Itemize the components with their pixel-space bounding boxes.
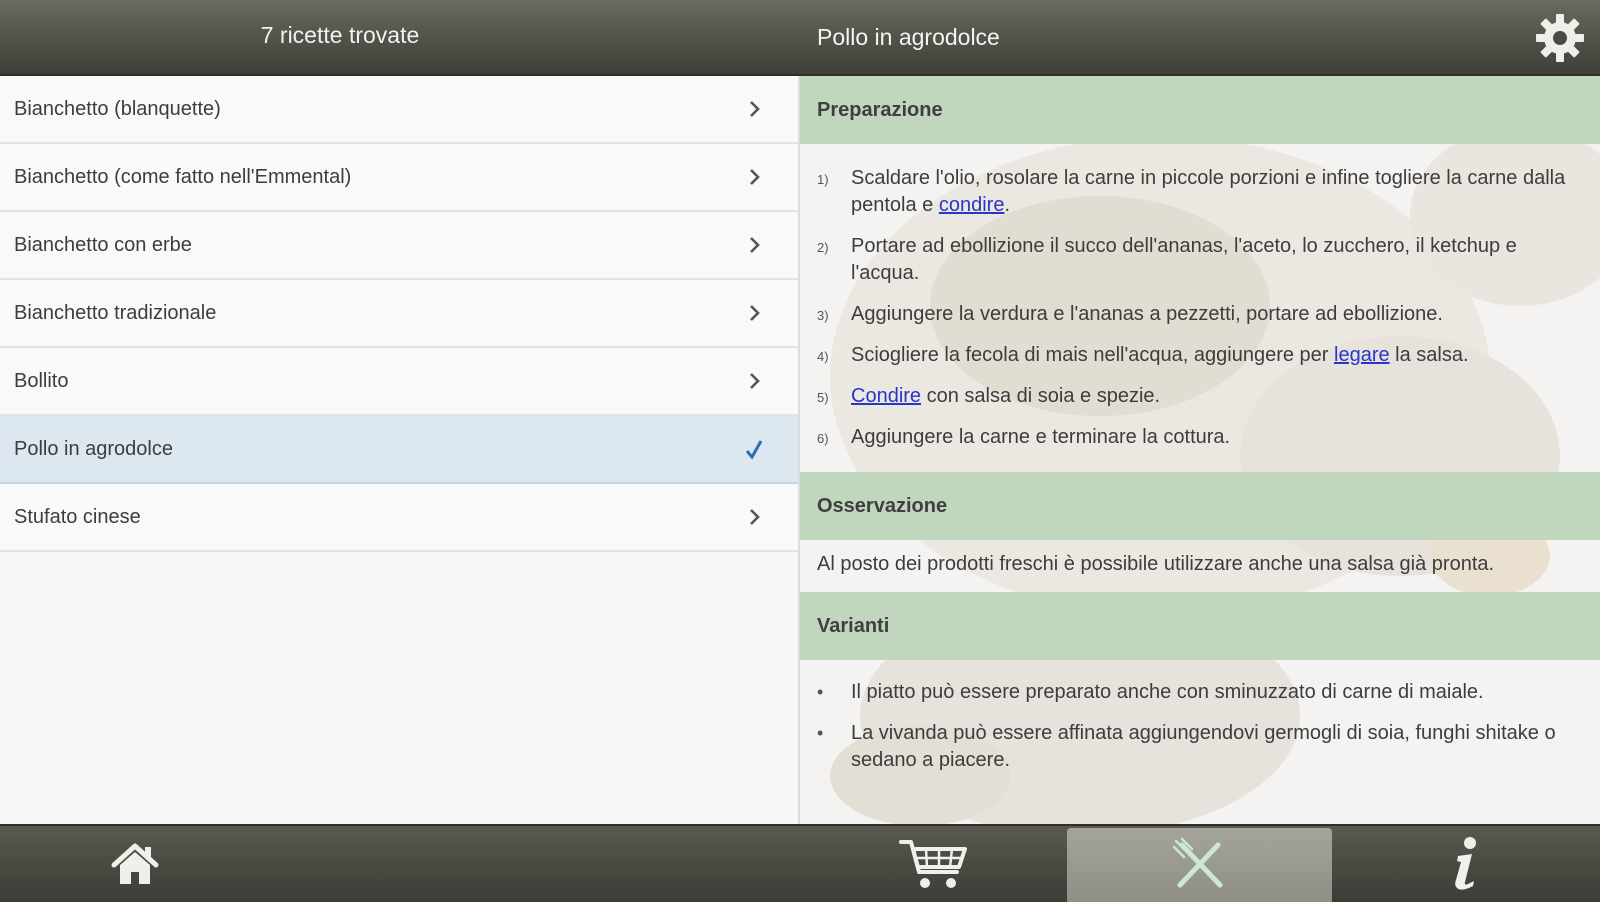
recipe-label: Stufato cinese [14, 506, 141, 528]
glossary-link[interactable]: legare [1334, 344, 1390, 366]
recipe-list-item[interactable]: Bianchetto con erbe [0, 212, 798, 280]
recipe-detail-panel: Preparazione 1) Scaldare l'olio, rosolare… [800, 76, 1600, 824]
step-text: . [1004, 194, 1011, 216]
step-text: Aggiungere la verdura e l'ananas a pezze… [851, 303, 1443, 325]
recipe-label: Bianchetto (blanquette) [14, 98, 221, 120]
variant-text: La vivanda può essere affinata aggiungen… [851, 722, 1556, 771]
step-number: 2) [817, 240, 829, 255]
preparation-steps: 1) Scaldare l'olio, rosolare la carne in … [800, 165, 1600, 465]
recipe-label: Pollo in agrodolce [14, 438, 173, 460]
recipe-list-item[interactable]: Bianchetto tradizionale [0, 280, 798, 348]
preparation-step: 1) Scaldare l'olio, rosolare la carne in … [800, 165, 1600, 219]
checkmark-icon [745, 440, 763, 460]
recipes-tab-button[interactable] [1067, 828, 1332, 902]
recipe-list-item-selected[interactable]: Pollo in agrodolce [0, 416, 798, 484]
variants-list: • Il piatto può essere preparato anche co… [800, 679, 1600, 788]
recipe-label: Bianchetto tradizionale [14, 302, 217, 324]
bottom-navigation-bar [0, 824, 1600, 902]
recipe-label: Bollito [14, 370, 69, 392]
recipe-count-title: 7 ricette trovate [260, 22, 420, 48]
settings-button[interactable] [1532, 10, 1588, 66]
observation-text: Al posto dei prodotti freschi è possibil… [817, 553, 1495, 575]
bullet: • [817, 723, 824, 743]
step-text: Sciogliere la fecola di mais nell'acqua,… [851, 344, 1334, 366]
step-number: 4) [817, 349, 829, 364]
chevron-right-icon [750, 169, 760, 185]
preparation-step: 4) Sciogliere la fecola di mais nell'acqu… [800, 342, 1600, 369]
preparation-step: 2) Portare ad ebollizione il succo dell'a… [800, 233, 1600, 287]
preparation-step: 6) Aggiungere la carne e terminare la cot… [800, 424, 1600, 451]
step-number: 5) [817, 390, 829, 405]
fork-knife-icon [1172, 837, 1222, 888]
recipe-label: Bianchetto con erbe [14, 234, 192, 256]
recipe-detail-title: Pollo in agrodolce [817, 24, 1000, 50]
preparation-section-header: Preparazione [800, 76, 1600, 144]
step-number: 3) [817, 308, 829, 323]
section-title: Osservazione [817, 495, 948, 517]
step-number: 1) [817, 172, 829, 187]
recipe-label: Bianchetto (come fatto nell'Emmental) [14, 166, 352, 188]
section-title: Preparazione [817, 99, 943, 121]
preparation-step: 3) Aggiungere la verdura e l'ananas a pez… [800, 301, 1600, 328]
variant-item: • Il piatto può essere preparato anche co… [800, 679, 1600, 706]
top-header-bar: 7 ricette trovate Pollo in agrodolce [0, 0, 1600, 76]
info-button[interactable] [1400, 826, 1530, 902]
step-text: la salsa. [1389, 344, 1469, 366]
chevron-right-icon [750, 237, 760, 253]
step-number: 6) [817, 431, 829, 446]
recipe-list-item[interactable]: Bollito [0, 348, 798, 416]
recipe-list-item[interactable]: Stufato cinese [0, 484, 798, 552]
home-icon [111, 843, 159, 884]
shopping-cart-button[interactable] [860, 826, 1010, 902]
home-button[interactable] [60, 826, 210, 902]
bullet: • [817, 682, 824, 702]
gear-icon [1536, 14, 1584, 62]
step-text: Portare ad ebollizione il succo dell'ana… [851, 235, 1517, 284]
recipe-list: Bianchetto (blanquette) Bianchetto (come… [0, 76, 800, 824]
variant-item: • La vivanda può essere affinata aggiunge… [800, 720, 1600, 774]
variants-section-header: Varianti [800, 592, 1600, 660]
step-text: Aggiungere la carne e terminare la cottu… [851, 426, 1231, 448]
chevron-right-icon [750, 509, 760, 525]
section-title: Varianti [817, 615, 890, 637]
recipe-list-item[interactable]: Bianchetto (blanquette) [0, 76, 798, 144]
step-text: con salsa di soia e spezie. [921, 385, 1161, 407]
variant-text: Il piatto può essere preparato anche con… [851, 681, 1484, 703]
observation-section-header: Osservazione [800, 472, 1600, 540]
chevron-right-icon [750, 305, 760, 321]
chevron-right-icon [750, 373, 760, 389]
glossary-link[interactable]: condire [939, 194, 1005, 216]
recipe-list-item[interactable]: Bianchetto (come fatto nell'Emmental) [0, 144, 798, 212]
info-icon [1455, 837, 1476, 890]
glossary-link[interactable]: Condire [851, 385, 921, 407]
preparation-step: 5) Condire con salsa di soia e spezie. [800, 383, 1600, 410]
cart-icon [899, 840, 967, 888]
chevron-right-icon [750, 101, 760, 117]
